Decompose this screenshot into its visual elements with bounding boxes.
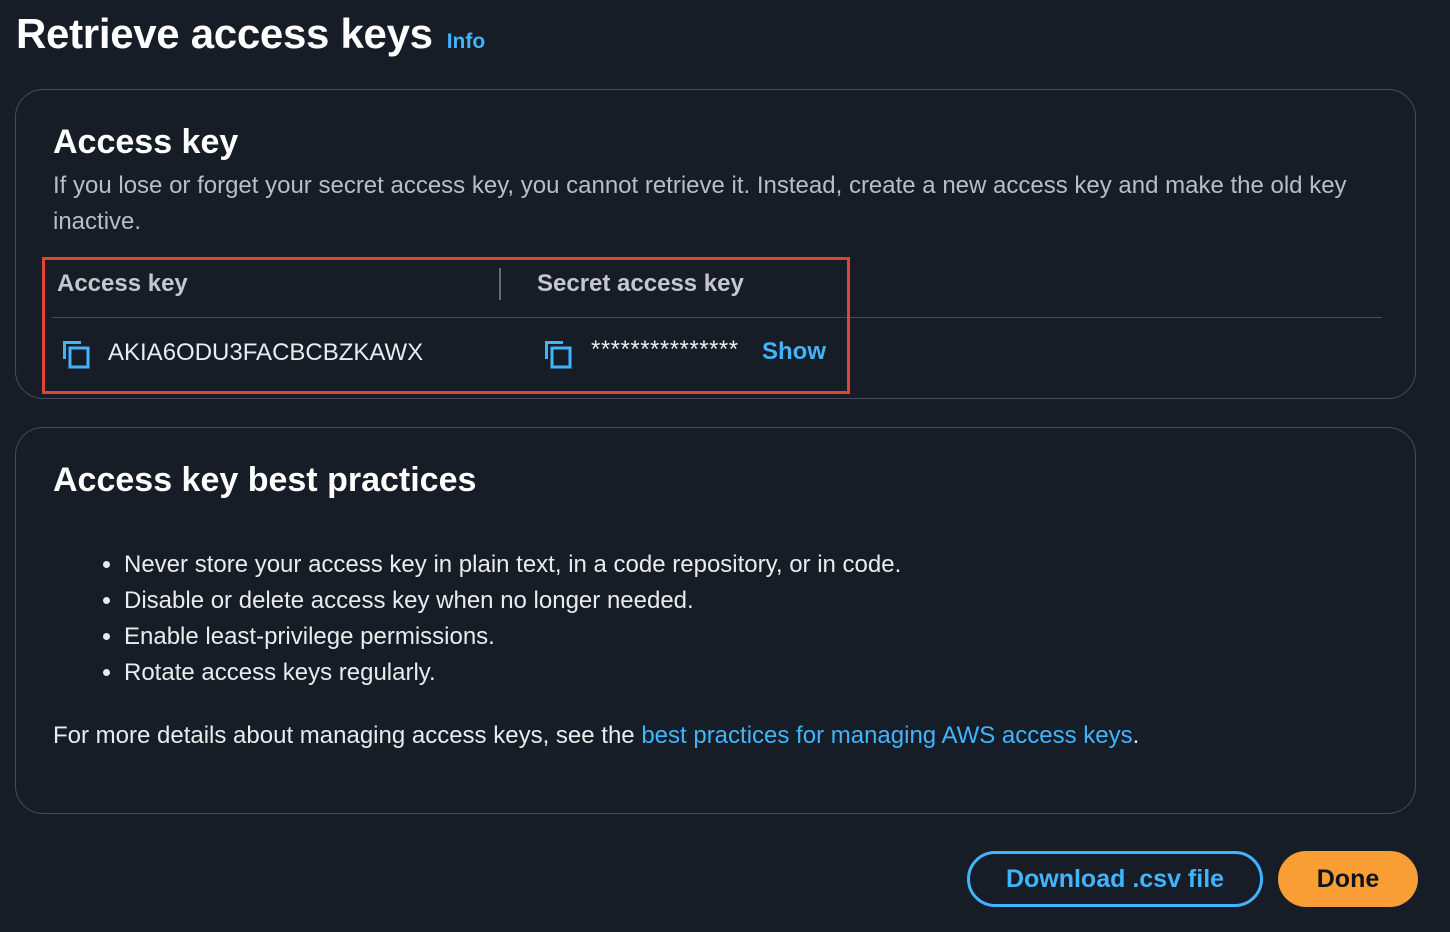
info-link[interactable]: Info	[447, 30, 485, 54]
column-header-access-key: Access key	[57, 270, 188, 297]
access-key-panel-title: Access key	[53, 123, 239, 161]
page: Retrieve access keys Info Access key If …	[0, 0, 1450, 932]
done-button[interactable]: Done	[1278, 851, 1418, 907]
row-divider	[52, 317, 1382, 318]
list-item: Disable or delete access key when no lon…	[124, 583, 901, 619]
best-practices-title: Access key best practices	[53, 461, 477, 499]
more-details-prefix: For more details about managing access k…	[53, 722, 642, 749]
more-details-suffix: .	[1132, 722, 1140, 749]
column-divider	[499, 268, 501, 300]
page-title: Retrieve access keys	[16, 10, 433, 57]
keys-table: Access key Secret access key AKIA6ODU3FA…	[52, 256, 1382, 390]
column-header-secret-access-key: Secret access key	[537, 270, 744, 297]
list-item: Never store your access key in plain tex…	[124, 547, 901, 583]
copy-secret-key-icon[interactable]	[542, 338, 574, 370]
best-practices-link[interactable]: best practices for managing AWS access k…	[641, 722, 1132, 749]
access-key-description: If you lose or forget your secret access…	[53, 172, 1347, 235]
download-csv-button[interactable]: Download .csv file	[967, 851, 1263, 907]
access-key-value: AKIA6ODU3FACBCBZKAWX	[108, 339, 424, 366]
best-practices-panel: Access key best practices Never store yo…	[15, 427, 1416, 814]
access-key-panel: Access key If you lose or forget your se…	[15, 89, 1416, 399]
list-item: Enable least-privilege permissions.	[124, 619, 901, 655]
copy-access-key-icon[interactable]	[60, 338, 92, 370]
more-details-text: For more details about managing access k…	[53, 718, 1139, 754]
list-item: Rotate access keys regularly.	[124, 655, 901, 691]
best-practices-list: Never store your access key in plain tex…	[104, 547, 901, 691]
secret-key-masked-value: ***************	[591, 336, 739, 363]
page-header: Retrieve access keys Info	[16, 10, 485, 58]
show-secret-link[interactable]: Show	[762, 338, 826, 366]
